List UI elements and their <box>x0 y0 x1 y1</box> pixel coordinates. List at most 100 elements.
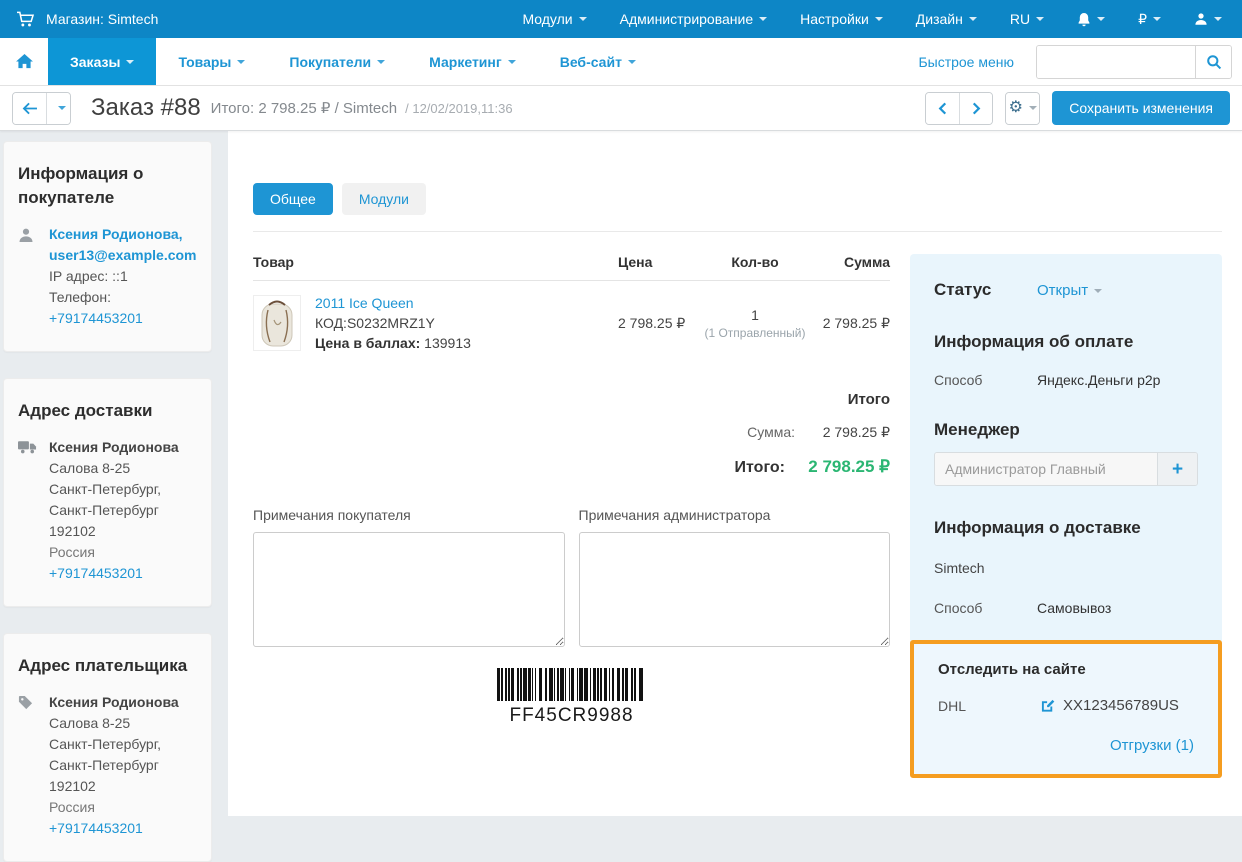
account-menu[interactable] <box>1194 12 1222 26</box>
nav-item-marketing[interactable]: Маркетинг <box>407 38 538 85</box>
order-side-panel: Статус Открыт Информация об оплате Спосо… <box>910 254 1222 778</box>
billing-phone-link[interactable]: +79174453201 <box>49 820 143 836</box>
tracking-highlight-box: Отследить на сайте DHL XX123456789US <box>910 640 1222 778</box>
manager-input[interactable] <box>935 453 1157 485</box>
chevron-down-icon <box>508 60 516 64</box>
main-navbar: Заказы Товары Покупатели Маркетинг Веб-с… <box>0 38 1242 86</box>
topbar: Магазин: Simtech Модули Администрировани… <box>0 0 1242 38</box>
chevron-left-icon <box>938 102 947 115</box>
subtotal-value: 2 798.25 ₽ <box>795 424 890 441</box>
product-name-link[interactable]: 2011 Ice Queen <box>315 295 414 311</box>
column-product: Товар <box>253 254 618 270</box>
tab-general[interactable]: Общее <box>253 183 333 215</box>
save-changes-button[interactable]: Сохранить изменения <box>1052 91 1230 125</box>
grand-total-label: Итого: <box>735 459 785 477</box>
product-price: 2 798.25 ₽ <box>618 315 690 332</box>
person-icon <box>18 224 38 329</box>
admin-notes-label: Примечания администратора <box>579 507 891 523</box>
address-line: Салова 8-25 <box>49 713 197 734</box>
tracking-title: Отследить на сайте <box>938 661 1194 678</box>
column-qty: Кол-во <box>690 254 820 270</box>
points-label: Цена в баллах: <box>315 335 420 351</box>
back-button[interactable] <box>13 93 46 124</box>
notifications-menu[interactable] <box>1077 12 1105 27</box>
back-dropdown-button[interactable] <box>46 93 70 124</box>
tag-icon <box>18 692 38 839</box>
chevron-down-icon <box>1214 17 1222 21</box>
nav-item-products[interactable]: Товары <box>156 38 267 85</box>
chevron-down-icon <box>1097 17 1105 21</box>
order-total-summary: Итого: 2 798.25 ₽ / Simtech <box>211 99 397 117</box>
barcode-bars <box>497 668 647 701</box>
chevron-down-icon <box>628 60 636 64</box>
shipping-address-card: Адрес доставки Ксения Родионова Салова 8… <box>3 378 212 607</box>
address-line: Санкт-Петербург, Санкт-Петербург 192102 <box>49 734 197 797</box>
store-selector[interactable]: Магазин: Simtech <box>16 11 158 28</box>
chevron-down-icon <box>126 60 134 64</box>
order-barcode: FF45CR9988 <box>253 668 890 727</box>
chevron-down-icon <box>875 17 883 21</box>
currency-selector[interactable]: ₽ <box>1138 11 1161 28</box>
search-button[interactable] <box>1195 46 1231 78</box>
truck-icon <box>18 437 38 584</box>
carrier-name: DHL <box>938 698 1041 714</box>
language-selector[interactable]: RU <box>1010 11 1044 27</box>
tab-addons[interactable]: Модули <box>342 183 426 215</box>
menu-design[interactable]: Дизайн <box>916 11 977 27</box>
order-details-column: Товар Цена Кол-во Сумма <box>253 254 890 727</box>
payment-method-label: Способ <box>934 372 1037 388</box>
user-icon <box>1194 12 1208 26</box>
chevron-down-icon <box>58 106 66 110</box>
quick-menu-link[interactable]: Быстрое меню <box>918 54 1014 70</box>
manager-input-group: + <box>934 452 1198 486</box>
search-icon <box>1206 54 1222 70</box>
product-code: КОД:S0232MRZ1Y <box>315 315 471 331</box>
product-thumbnail <box>253 295 301 351</box>
pager-buttons <box>925 92 993 125</box>
recipient-name: Ксения Родионова <box>49 437 197 458</box>
nav-item-customers[interactable]: Покупатели <box>267 38 407 85</box>
shipping-method-value: Самовывоз <box>1037 600 1111 616</box>
add-manager-button[interactable]: + <box>1157 453 1197 485</box>
product-sum: 2 798.25 ₽ <box>820 315 890 332</box>
address-country: Россия <box>49 542 197 563</box>
customer-notes-label: Примечания покупателя <box>253 507 565 523</box>
back-split-button <box>12 92 71 125</box>
customer-notes-textarea[interactable] <box>253 532 565 647</box>
nav-item-website[interactable]: Веб-сайт <box>538 38 658 85</box>
menu-settings[interactable]: Настройки <box>800 11 883 27</box>
topbar-menus: Модули Администрирование Настройки Дизай… <box>522 11 1222 28</box>
previous-order-button[interactable] <box>926 93 959 124</box>
search-box <box>1036 45 1232 79</box>
menu-modules[interactable]: Модули <box>522 11 586 27</box>
chevron-down-icon <box>1153 17 1161 21</box>
cart-icon <box>16 11 35 28</box>
shipping-phone-link[interactable]: +79174453201 <box>49 565 143 581</box>
left-sidebar: Информация о покупателе Ксения Родионова… <box>0 131 228 816</box>
nav-item-orders[interactable]: Заказы <box>48 38 156 85</box>
next-order-button[interactable] <box>959 93 992 124</box>
totals-heading: Итого <box>253 391 890 408</box>
home-icon <box>16 54 33 69</box>
admin-notes-textarea[interactable] <box>579 532 891 647</box>
shipping-company: Simtech <box>934 560 1198 576</box>
menu-administration[interactable]: Администрирование <box>620 11 768 27</box>
home-button[interactable] <box>0 38 48 85</box>
tracking-number-link[interactable]: XX123456789US <box>1041 697 1179 714</box>
customer-phone-link[interactable]: +79174453201 <box>49 310 143 326</box>
order-totals: Итого Сумма: 2 798.25 ₽ Итого: 2 798.25 … <box>253 391 890 477</box>
status-dropdown[interactable]: Открыт <box>1037 282 1102 299</box>
gear-dropdown-button[interactable]: ⚙ <box>1006 93 1039 124</box>
shipping-method-label: Способ <box>934 600 1037 616</box>
shipments-link[interactable]: Отгрузки (1) <box>1110 737 1194 754</box>
product-qty: 1 <box>690 307 820 323</box>
order-tabs: Общее Модули <box>253 183 1222 215</box>
search-input[interactable] <box>1037 46 1195 78</box>
card-title: Адрес доставки <box>18 399 197 423</box>
card-title: Информация о покупателе <box>18 162 197 210</box>
order-notes: Примечания покупателя Примечания админис… <box>253 507 890 650</box>
customer-name-link[interactable]: Ксения Родионова, <box>49 226 183 242</box>
chevron-down-icon <box>1036 17 1044 21</box>
customer-email-link[interactable]: user13@example.com <box>49 247 197 263</box>
chevron-down-icon <box>579 17 587 21</box>
